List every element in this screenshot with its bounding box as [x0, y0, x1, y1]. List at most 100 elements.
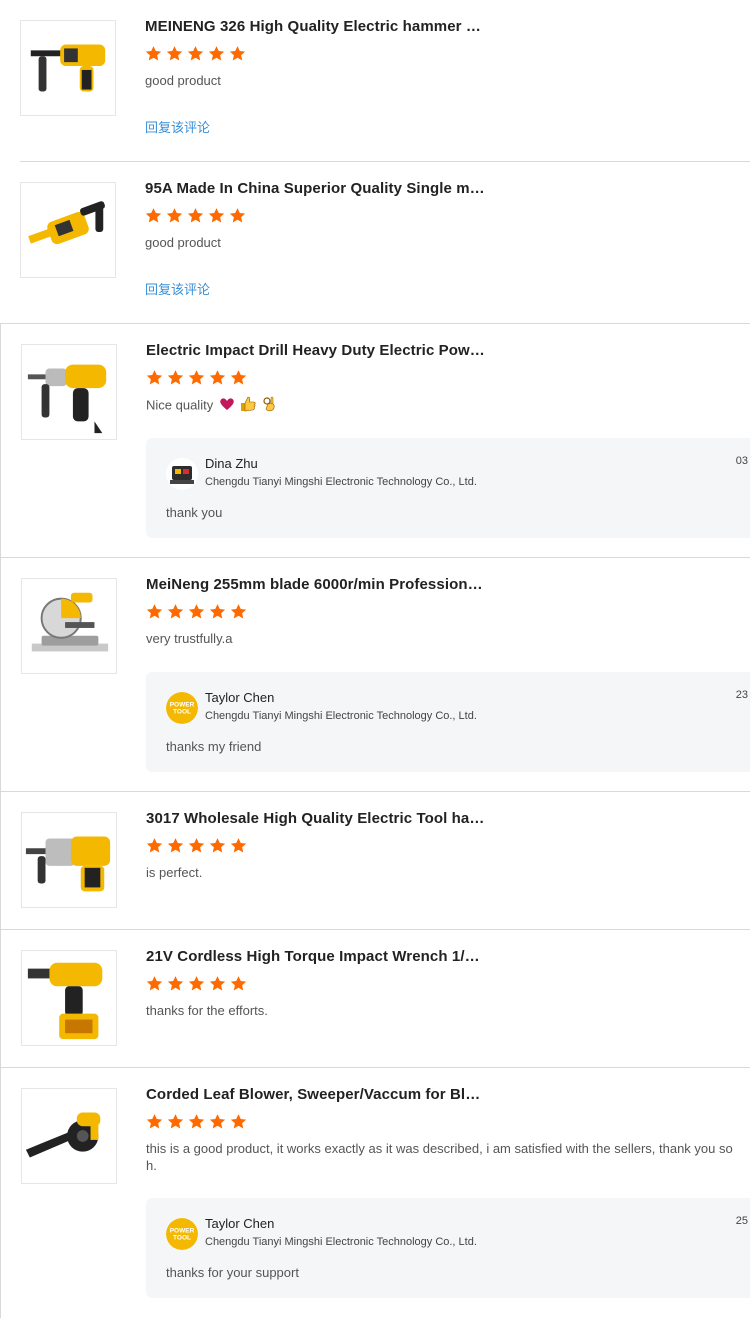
- reply-text: thanks my friend: [166, 739, 262, 754]
- review-comment: is perfect.: [146, 865, 203, 880]
- star-rating: [146, 603, 750, 621]
- star-icon: [166, 208, 183, 223]
- star-icon: [230, 1114, 247, 1129]
- star-icon: [209, 976, 226, 991]
- star-icon: [187, 208, 204, 223]
- product-title[interactable]: MEINENG 326 High Quality Electric hammer…: [145, 18, 485, 35]
- product-title[interactable]: MeiNeng 255mm blade 6000r/min Profession…: [146, 576, 486, 593]
- leaf-blower-image: [25, 1112, 101, 1158]
- star-icon: [188, 838, 205, 853]
- impact-drill-image: [27, 364, 107, 434]
- thumbs-up-icon: [240, 396, 256, 416]
- star-icon: [146, 1114, 163, 1129]
- star-icon: [208, 208, 225, 223]
- star-icon: [146, 976, 163, 991]
- product-thumbnail[interactable]: [21, 1088, 117, 1184]
- svg-text:POWER: POWER: [170, 702, 195, 709]
- star-icon: [146, 370, 163, 385]
- star-rating: [146, 975, 750, 993]
- product-thumbnail[interactable]: [21, 812, 117, 908]
- star-icon: [230, 604, 247, 619]
- star-rating: [145, 207, 750, 225]
- star-icon: [208, 46, 225, 61]
- review-comment: this is a good product, it works exactly…: [146, 1140, 750, 1174]
- review-body: 3017 Wholesale High Quality Electric Too…: [146, 810, 750, 881]
- review-body: Electric Impact Drill Heavy Duty Electri…: [146, 342, 750, 416]
- star-icon: [230, 370, 247, 385]
- reply-date: 23: [735, 689, 748, 701]
- review-comment-line: h.: [146, 1158, 157, 1173]
- product-title[interactable]: 95A Made In China Superior Quality Singl…: [145, 180, 485, 197]
- product-thumbnail[interactable]: [20, 182, 116, 278]
- star-rating: [145, 45, 750, 63]
- avatar: [166, 458, 198, 490]
- star-icon: [188, 976, 205, 991]
- avatar: POWER TOOL: [166, 692, 198, 724]
- rotary-hammer-image: [25, 836, 111, 892]
- star-icon: [188, 370, 205, 385]
- star-icon: [166, 46, 183, 61]
- star-icon: [146, 604, 163, 619]
- review-item: Corded Leaf Blower, Sweeper/Vaccum for B…: [0, 1067, 750, 1318]
- review-item: 95A Made In China Superior Quality Singl…: [20, 161, 750, 323]
- star-icon: [209, 370, 226, 385]
- star-icon: [230, 838, 247, 853]
- star-icon: [188, 604, 205, 619]
- pumping-heart-icon: [219, 397, 235, 415]
- ok-hand-icon: [262, 396, 276, 416]
- reply-text: thank you: [166, 505, 223, 520]
- svg-text:TOOL: TOOL: [173, 709, 191, 716]
- review-comment: good product: [145, 235, 221, 250]
- review-comment-text: Nice quality: [146, 397, 214, 413]
- product-thumbnail[interactable]: [21, 344, 117, 440]
- review-item: Electric Impact Drill Heavy Duty Electri…: [0, 323, 750, 557]
- product-thumbnail[interactable]: [21, 578, 117, 674]
- impact-wrench-image: [27, 962, 103, 1040]
- review-item: 21V Cordless High Torque Impact Wrench 1…: [0, 929, 750, 1067]
- star-icon: [167, 976, 184, 991]
- star-icon: [145, 46, 162, 61]
- reply-author-company: Chengdu Tianyi Mingshi Electronic Techno…: [205, 710, 477, 722]
- review-comment: thanks for the efforts.: [146, 1003, 268, 1018]
- star-icon: [146, 838, 163, 853]
- reply-date: 25: [735, 1215, 748, 1227]
- product-title[interactable]: 21V Cordless High Torque Impact Wrench 1…: [146, 948, 486, 965]
- miter-saw-image: [31, 592, 109, 652]
- review-item: MeiNeng 255mm blade 6000r/min Profession…: [0, 557, 750, 791]
- review-body: 21V Cordless High Torque Impact Wrench 1…: [146, 948, 750, 1019]
- reply-date: 03: [735, 455, 748, 467]
- demolition-hammer-image: [28, 201, 105, 245]
- star-rating: [146, 1113, 750, 1131]
- product-thumbnail[interactable]: [21, 950, 117, 1046]
- seller-reply: POWER TOOL Taylor Chen Chengdu Tianyi Min…: [146, 672, 750, 772]
- star-icon: [229, 46, 246, 61]
- star-icon: [209, 1114, 226, 1129]
- star-icon: [167, 370, 184, 385]
- review-body: MeiNeng 255mm blade 6000r/min Profession…: [146, 576, 750, 647]
- star-icon: [209, 604, 226, 619]
- svg-text:TOOL: TOOL: [173, 1235, 191, 1242]
- star-icon: [209, 838, 226, 853]
- reply-author-name: Taylor Chen: [205, 690, 275, 705]
- star-icon: [167, 1114, 184, 1129]
- reply-to-review-link[interactable]: 回复该评论: [145, 279, 750, 298]
- reply-to-review-link[interactable]: 回复该评论: [145, 117, 750, 136]
- star-icon: [187, 46, 204, 61]
- review-item: 3017 Wholesale High Quality Electric Too…: [0, 791, 750, 929]
- star-icon: [230, 976, 247, 991]
- seller-reply: POWER TOOL Taylor Chen Chengdu Tianyi Min…: [146, 1198, 750, 1298]
- reply-author-company: Chengdu Tianyi Mingshi Electronic Techno…: [205, 476, 477, 488]
- reply-author-name: Dina Zhu: [205, 456, 258, 471]
- product-title[interactable]: 3017 Wholesale High Quality Electric Too…: [146, 810, 486, 827]
- review-comment: very trustfully.a: [146, 631, 233, 646]
- product-title[interactable]: Corded Leaf Blower, Sweeper/Vaccum for B…: [146, 1086, 486, 1103]
- product-title[interactable]: Electric Impact Drill Heavy Duty Electri…: [146, 342, 486, 359]
- review-body: Corded Leaf Blower, Sweeper/Vaccum for B…: [146, 1086, 750, 1174]
- star-icon: [229, 208, 246, 223]
- review-comment-line: this is a good product, it works exactly…: [146, 1141, 733, 1156]
- review-body: 95A Made In China Superior Quality Singl…: [145, 180, 750, 298]
- review-body: MEINENG 326 High Quality Electric hammer…: [145, 18, 750, 136]
- star-icon: [167, 838, 184, 853]
- product-thumbnail[interactable]: [20, 20, 116, 116]
- avatar: POWER TOOL: [166, 1218, 198, 1250]
